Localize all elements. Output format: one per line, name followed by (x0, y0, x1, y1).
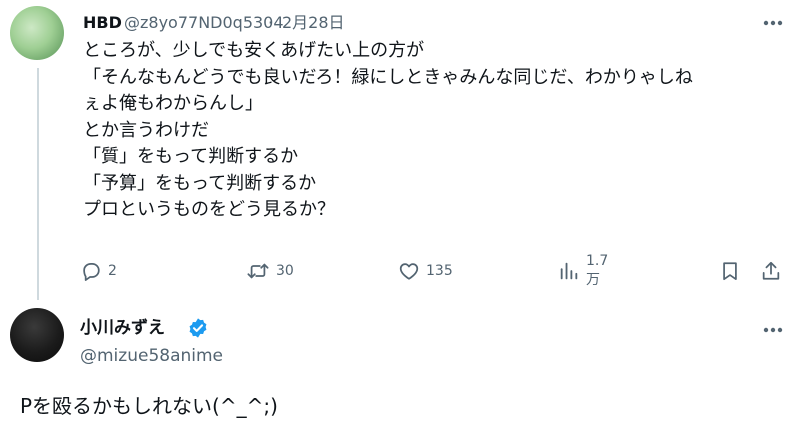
reply-author-name[interactable]: 小川みずえ (80, 318, 165, 338)
avatar-hbd[interactable] (10, 6, 64, 60)
share-icon (760, 260, 782, 282)
reply-count: 2 (108, 263, 117, 279)
tweet-line: 「そんなもんどうでも良いだろ！緑にしときゃみんな同じだ、わかりゃしね (83, 66, 693, 88)
like-count: 135 (426, 263, 453, 279)
like-button[interactable]: 135 (398, 256, 453, 286)
thread-line (37, 68, 39, 300)
repost-icon (246, 260, 270, 282)
more-icon[interactable] (761, 11, 785, 35)
tweet-text: ところが、少しでも安くあげたい上の方が 「そんなもんどうでも良いだろ！緑にしとき… (83, 38, 783, 224)
avatar-mizue[interactable] (10, 308, 64, 362)
view-count: 1.7万 (586, 253, 609, 288)
tweet-line: ところが、少しでも安くあげたい上の方が (83, 40, 425, 61)
meta-separator: · (268, 13, 274, 32)
verified-icon (187, 317, 209, 339)
tweet-line: 「質」をもって判断するか (83, 146, 299, 167)
author-name[interactable]: HBD (83, 13, 122, 33)
repost-button[interactable]: 30 (246, 256, 294, 286)
repost-count: 30 (276, 263, 294, 279)
reply-author-handle[interactable]: @mizue58anime (80, 346, 223, 366)
tweet-line: プロというものをどう見るか？ (83, 199, 335, 220)
reply-text: Pを殴るかもしれない(^_^;) (20, 394, 278, 418)
tweet-line: とか言うわけだ (83, 119, 209, 141)
tweet-line: 「予算」をもって判断するか (83, 172, 317, 194)
tweet-date[interactable]: 2月28日 (282, 13, 345, 33)
views-icon (558, 260, 580, 282)
author-handle[interactable]: @z8yo77ND0q5304 (124, 13, 284, 33)
bookmark-icon (720, 260, 740, 282)
tweet-line: ぇよ俺もわからんし」 (83, 93, 263, 114)
bookmark-button[interactable] (720, 256, 740, 286)
reply-icon (80, 260, 102, 282)
like-icon (398, 260, 420, 282)
views-button[interactable]: 1.7万 (558, 253, 609, 288)
share-button[interactable] (760, 256, 782, 286)
more-icon[interactable] (761, 318, 785, 342)
reply-button[interactable]: 2 (80, 256, 117, 286)
